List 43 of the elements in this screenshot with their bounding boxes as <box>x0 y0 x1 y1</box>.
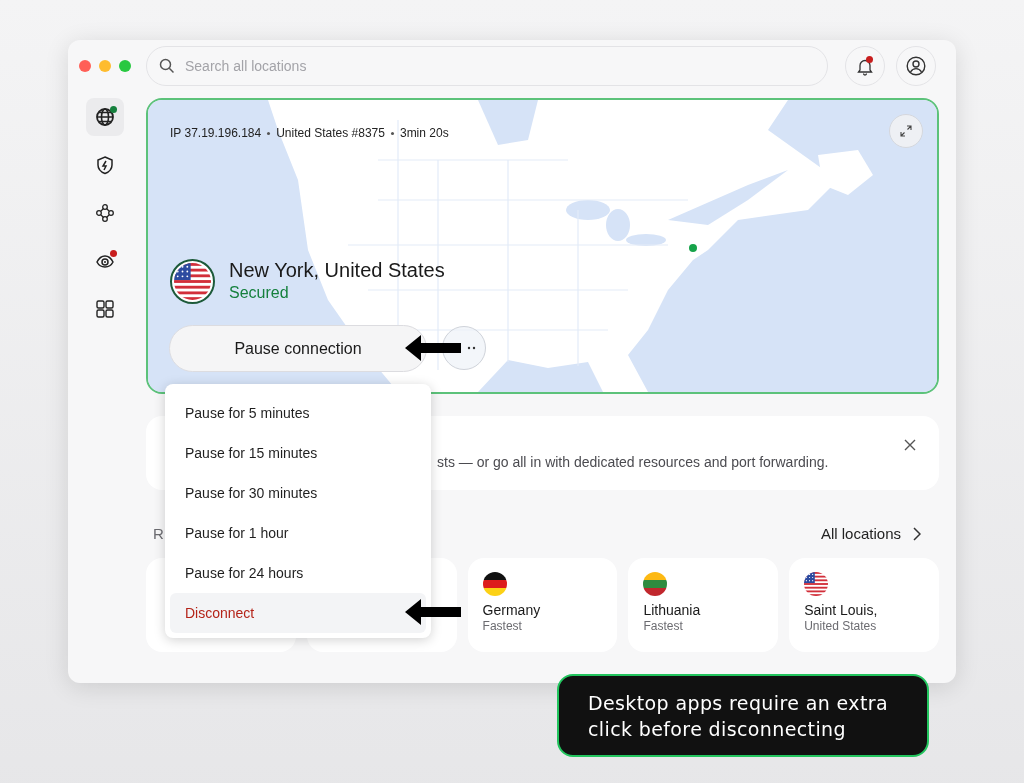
pause-button[interactable]: Pause connection <box>169 325 427 372</box>
chevron-icon <box>913 527 921 541</box>
close-icon[interactable] <box>904 439 916 451</box>
location-detail: United States <box>804 619 878 633</box>
connection-status: Secured <box>229 283 290 303</box>
shield-icon <box>95 155 115 175</box>
all-locations-link[interactable]: All locations <box>820 522 921 546</box>
location-detail: Fastest <box>643 619 684 633</box>
search-field[interactable]: Search all locations <box>146 46 828 86</box>
menu-item[interactable]: Pause for 5 minutes <box>170 393 426 433</box>
menu-item[interactable]: Pause for 1 hour <box>170 513 426 553</box>
flag-icon <box>482 572 507 596</box>
server-name: United States #8375 <box>276 125 385 142</box>
search-icon <box>159 58 175 74</box>
profile-button[interactable] <box>896 46 936 86</box>
location-name: Saint Louis, <box>804 601 879 619</box>
location-detail: Fastest <box>482 619 523 633</box>
callout-text: Desktop apps require an extra click before disconnecting <box>588 690 889 742</box>
menu-item[interactable]: Pause for 24 hours <box>170 553 426 593</box>
location-name: New York, United States <box>229 258 445 282</box>
location-card[interactable]: Lithuania Fastest <box>628 558 779 652</box>
flag-icon <box>804 572 829 596</box>
window-control[interactable] <box>79 60 91 72</box>
section-heading: R <box>153 523 164 544</box>
nodes-icon <box>95 203 115 223</box>
menu-item[interactable]: Pause for 30 minutes <box>170 473 426 513</box>
expand-icon <box>900 125 912 137</box>
menu-item[interactable]: Disconnect <box>170 593 426 633</box>
flag-icon <box>643 572 668 596</box>
globe-icon <box>95 107 115 127</box>
sidebar-item[interactable] <box>86 98 124 136</box>
connection-time: 3min 20s <box>399 125 449 142</box>
notifications-button[interactable] <box>845 46 885 86</box>
profile-icon <box>906 56 926 76</box>
ip-address: IP 37.19.196.184 <box>170 125 262 142</box>
location-card[interactable]: Germany Fastest <box>467 558 618 652</box>
location-name: Germany <box>482 601 542 619</box>
banner-text: sts — or go all in with dedicated resources and port forwarding. <box>437 453 829 472</box>
more-icon <box>467 346 476 350</box>
grid-icon <box>95 299 115 319</box>
menu-item[interactable]: Pause for 15 minutes <box>170 433 426 473</box>
location-card[interactable]: Saint Louis, United States <box>789 558 939 652</box>
location-name: Lithuania <box>643 601 702 619</box>
